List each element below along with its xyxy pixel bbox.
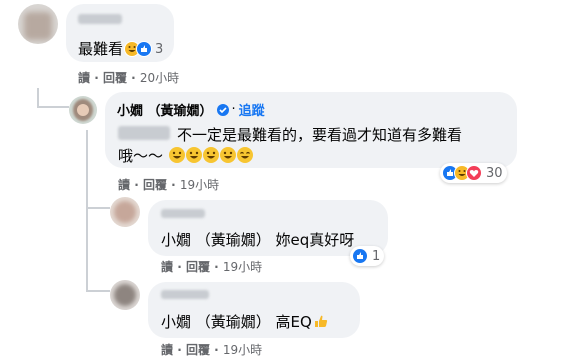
dot-separator: · — [231, 102, 236, 117]
reaction-summary[interactable]: 1 — [350, 246, 385, 266]
rofl-emoji-icon — [202, 147, 219, 163]
grin-emoji-icon — [236, 147, 253, 163]
thread-line — [86, 207, 110, 209]
comment-text: 小嫺 （黃瑜嫺） 妳eq真好呀 — [161, 231, 355, 249]
avatar[interactable] — [110, 280, 140, 310]
author-row: 小嫺 （黃瑜嫺） · 追蹤 — [117, 100, 265, 119]
comment-actions: 讀 · 回覆 · 19小時 — [161, 343, 263, 357]
avatar[interactable] — [18, 4, 58, 44]
thread-line — [37, 106, 69, 108]
like-icon — [136, 41, 152, 57]
reply-link[interactable]: 回覆 — [143, 178, 167, 192]
read-link[interactable]: 讀 — [118, 178, 130, 192]
rofl-emoji-icon — [185, 147, 202, 163]
reaction-count: 30 — [486, 165, 503, 181]
reply-link[interactable]: 回覆 — [186, 343, 210, 357]
mentioned-user[interactable] — [118, 126, 170, 140]
thread-line — [86, 290, 110, 292]
reaction-count: 1 — [372, 248, 381, 264]
thread-line — [86, 130, 88, 290]
comment-text: 小嫺 （黃瑜嫺） 高EQ — [161, 311, 329, 332]
avatar[interactable] — [110, 197, 140, 227]
comment-text-line2: 哦～～ — [118, 147, 164, 165]
comment-actions: 讀 · 回覆 · 19小時 — [161, 260, 263, 274]
comment-text: 最難看 — [78, 40, 124, 58]
love-icon — [466, 165, 482, 181]
reaction-count: 3 — [155, 41, 164, 57]
reaction-summary[interactable]: 30 — [440, 163, 507, 183]
timestamp[interactable]: 19小時 — [223, 343, 262, 357]
author-name[interactable] — [161, 209, 205, 218]
timestamp[interactable]: 19小時 — [180, 178, 219, 192]
reaction-summary[interactable]: 3 — [124, 39, 163, 59]
comment-text: 哦～～ — [118, 145, 253, 166]
comment-text: 不一定是最難看的，要看過才知道有多難看 — [177, 126, 463, 144]
author-name[interactable] — [78, 14, 122, 24]
author-name[interactable] — [161, 290, 209, 299]
read-link[interactable]: 讀 — [161, 260, 173, 274]
read-link[interactable]: 讀 — [78, 71, 90, 85]
timestamp[interactable]: 19小時 — [223, 260, 262, 274]
author-name[interactable]: 小嫺 （黃瑜嫺） — [117, 100, 213, 119]
read-link[interactable]: 讀 — [161, 343, 173, 357]
comment-actions: 讀 · 回覆 · 20小時 — [78, 71, 180, 85]
verified-badge-icon — [216, 103, 229, 116]
thumbs-up-emoji-icon — [313, 313, 329, 329]
rofl-emoji-icon — [168, 147, 185, 163]
rofl-emoji-icon — [219, 147, 236, 163]
reply-link[interactable]: 回覆 — [186, 260, 210, 274]
avatar[interactable] — [69, 96, 97, 124]
like-icon — [352, 248, 368, 264]
thread-line — [37, 88, 39, 106]
timestamp[interactable]: 20小時 — [140, 71, 179, 85]
reply-link[interactable]: 回覆 — [103, 71, 127, 85]
comment-text-content: 小嫺 （黃瑜嫺） 高EQ — [161, 313, 312, 331]
comment-actions: 讀 · 回覆 · 19小時 — [118, 178, 220, 192]
follow-link[interactable]: 追蹤 — [239, 100, 265, 119]
